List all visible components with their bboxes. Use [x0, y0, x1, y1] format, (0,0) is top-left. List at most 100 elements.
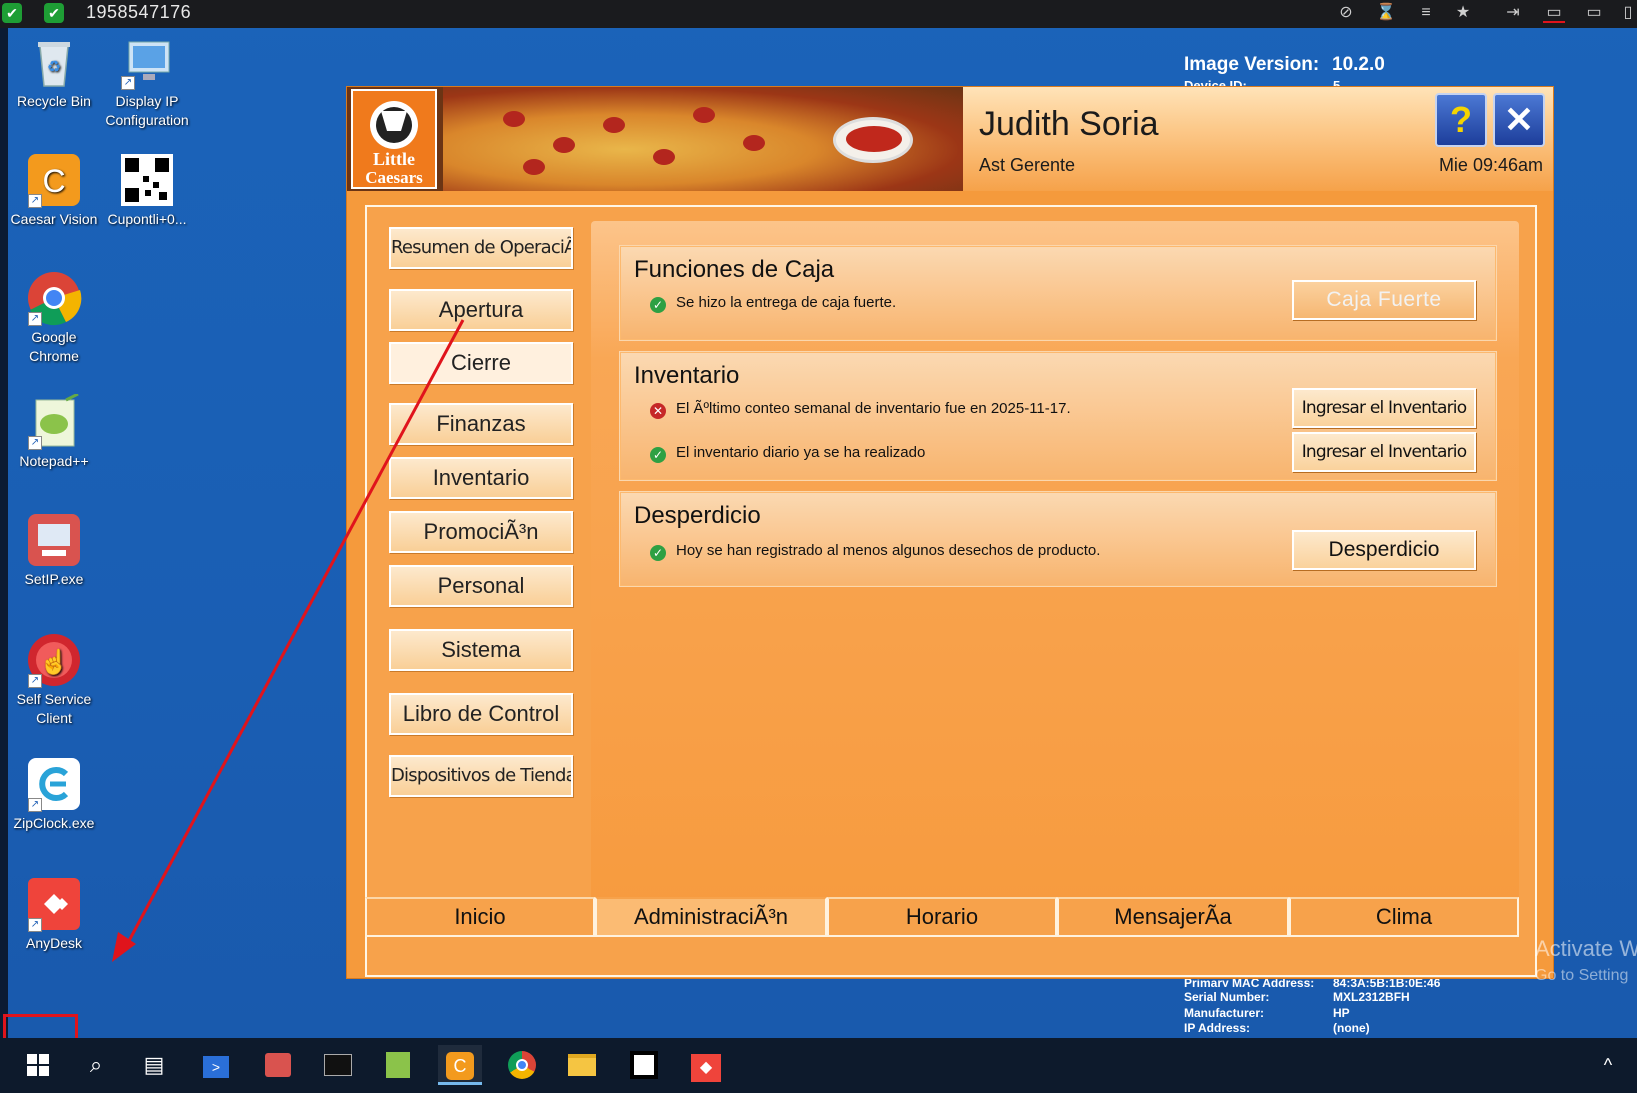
status-line: ✓ El inventario diario ya se ha realizado: [650, 444, 925, 463]
desktop-icon-notepad-plus-plus[interactable]: ↗ Notepad++: [8, 392, 100, 471]
tab-administracion[interactable]: AdministraciÃ³n: [595, 897, 827, 937]
close-button[interactable]: ✕: [1493, 93, 1545, 147]
svg-text:☝: ☝: [39, 647, 69, 676]
desktop-icon-label: SetIP.exe: [24, 571, 84, 587]
desktop-icon-caesar-vision[interactable]: C ↗ Caesar Vision: [8, 152, 100, 229]
desktop-icon-setip[interactable]: SetIP.exe: [8, 512, 100, 589]
serial-number-value: MXL2312BFH: [1333, 990, 1410, 1004]
monitor-1-icon[interactable]: ▭: [1543, 3, 1565, 23]
ip-address-value: (none): [1333, 1021, 1370, 1035]
hourglass-icon[interactable]: ⌛: [1375, 3, 1397, 23]
setip-icon: [26, 512, 82, 568]
more-icon[interactable]: ▯: [1617, 3, 1637, 23]
desktop-icon-cupontli[interactable]: Cupontli+0...: [101, 152, 193, 229]
qr-code-icon: [119, 152, 175, 208]
desktop-left-band: [0, 28, 8, 1038]
nav-libro-de-control[interactable]: Libro de Control: [389, 693, 573, 735]
status-line: ✓ Hoy se han registrado al menos algunos …: [650, 542, 1100, 561]
close-icon: ✕: [1503, 99, 1535, 140]
desktop-icon-label: Notepad++: [19, 453, 89, 469]
image-version-label: Image Version:: [1184, 54, 1320, 75]
help-button[interactable]: ?: [1435, 93, 1487, 147]
anydesk-icon[interactable]: ◆: [684, 1045, 728, 1085]
nav-sistema[interactable]: Sistema: [389, 629, 573, 671]
anydesk-icon: ↗: [26, 876, 82, 932]
pepperoni-decoration: [693, 107, 715, 123]
nav-finanzas[interactable]: Finanzas: [389, 403, 573, 445]
remote-desktop-icon[interactable]: [256, 1045, 300, 1085]
desktop-icon-zipclock[interactable]: ↗ ZipClock.exe: [8, 756, 100, 833]
status-line: ✕ El Ãºltimo conteo semanal de inventario…: [650, 400, 1071, 419]
tab-clima[interactable]: Clima: [1289, 897, 1519, 937]
tab-inicio[interactable]: Inicio: [365, 897, 595, 937]
desktop-icon-recycle-bin[interactable]: ♻ Recycle Bin: [8, 34, 100, 111]
status-text: Hoy se han registrado al menos algunos d…: [676, 542, 1101, 559]
logo-text-caesars: Caesars: [365, 168, 423, 187]
star-icon[interactable]: ★: [1452, 3, 1474, 23]
check-icon: ✓: [650, 545, 666, 561]
nav-promocion[interactable]: PromociÃ³n: [389, 511, 573, 553]
caja-fuerte-button[interactable]: Caja Fuerte: [1292, 280, 1476, 320]
terminal-icon[interactable]: [316, 1045, 360, 1085]
database-icon[interactable]: ≡: [1415, 3, 1437, 23]
device-id-value: 5: [1333, 78, 1341, 86]
admin-panel: Resumen de OperaciÃ³n Apertura Cierre Fi…: [365, 205, 1537, 977]
file-explorer-icon[interactable]: [560, 1045, 604, 1085]
desktop-icon-anydesk[interactable]: ↗ AnyDesk: [8, 876, 100, 953]
desktop-icon-label: Display IP Configuration: [105, 93, 189, 128]
chrome-icon: ↗: [26, 270, 82, 326]
desktop-icon-display-ip[interactable]: ↗ Display IP Configuration: [101, 34, 193, 130]
notepad-plus-plus-icon[interactable]: [376, 1045, 420, 1085]
panel-title: Desperdicio: [634, 502, 761, 529]
desktop-icon-self-service-client[interactable]: ☝ ↗ Self Service Client: [8, 632, 100, 728]
pizza-image: [443, 87, 963, 191]
desktop-icon-label: Recycle Bin: [17, 93, 91, 109]
desperdicio-button[interactable]: Desperdicio: [1292, 530, 1476, 570]
panel-funciones-de-caja: Funciones de Caja ✓ Se hizo la entrega de…: [619, 245, 1497, 341]
tab-mensajeria[interactable]: MensajerÃ­a: [1057, 897, 1289, 937]
zipclock-icon: ↗: [26, 756, 82, 812]
user-header: Judith Soria Ast Gerente Mie 09:46am ? ✕: [963, 87, 1553, 191]
transfer-icon[interactable]: ⇥: [1502, 3, 1524, 23]
session-verified-icon[interactable]: ✔: [44, 3, 64, 23]
start-button[interactable]: [16, 1045, 60, 1085]
nav-personal[interactable]: Personal: [389, 565, 573, 607]
search-icon[interactable]: ⌕: [74, 1045, 118, 1085]
shortcut-arrow-icon: ↗: [28, 194, 42, 208]
privacy-icon[interactable]: ⊘: [1335, 3, 1357, 23]
nav-cierre[interactable]: Cierre: [389, 342, 573, 384]
self-service-icon: ☝ ↗: [26, 632, 82, 688]
tray-chevron-icon[interactable]: ^: [1586, 1045, 1630, 1085]
ingresar-inventario-diario-button[interactable]: Ingresar el Inventario: [1292, 432, 1476, 472]
error-icon: ✕: [650, 403, 666, 419]
display-ip-icon: ↗: [119, 34, 175, 90]
nav-resumen-de-operacion[interactable]: Resumen de OperaciÃ³n: [389, 227, 573, 269]
nav-apertura[interactable]: Apertura: [389, 289, 573, 331]
brand-banner: Little Caesars: [347, 87, 963, 191]
nav-inventario[interactable]: Inventario: [389, 457, 573, 499]
help-icon: ?: [1450, 99, 1472, 140]
tab-horario[interactable]: Horario: [827, 897, 1057, 937]
chrome-icon[interactable]: [500, 1045, 544, 1085]
taskbar: ⌕ ▤ > C ◆ ^: [0, 1038, 1637, 1093]
svg-text:♻: ♻: [47, 59, 61, 76]
display-icon[interactable]: ▭: [1583, 3, 1605, 23]
check-icon: ✓: [650, 297, 666, 313]
desktop-icon-google-chrome[interactable]: ↗ Google Chrome: [8, 270, 100, 366]
check-icon: ✓: [650, 447, 666, 463]
panel-desperdicio: Desperdicio ✓ Hoy se han registrado al me…: [619, 491, 1497, 587]
powershell-icon[interactable]: >: [194, 1045, 238, 1085]
qr-app-icon[interactable]: [622, 1045, 666, 1085]
panel-title: Funciones de Caja: [634, 256, 835, 283]
ingresar-inventario-semanal-button[interactable]: Ingresar el Inventario: [1292, 388, 1476, 428]
desktop-icon-label: Google Chrome: [29, 329, 79, 364]
manufacturer-value: HP: [1333, 1006, 1350, 1020]
shortcut-arrow-icon: ↗: [28, 918, 42, 932]
remote-session-toolbar: ✔ ✔ 1958547176 ⊘ ⌛ ≡ ★ ⇥ ▭ ▭ ▯: [0, 0, 1637, 28]
pepperoni-decoration: [603, 117, 625, 133]
panel-title: Inventario: [634, 362, 740, 389]
bottom-tab-bar: Inicio AdministraciÃ³n Horario MensajerÃ…: [365, 897, 1537, 937]
task-view-icon[interactable]: ▤: [132, 1045, 176, 1085]
caesar-vision-icon[interactable]: C: [438, 1045, 482, 1085]
nav-dispositivos-de-tienda[interactable]: Dispositivos de Tienda: [389, 755, 573, 797]
